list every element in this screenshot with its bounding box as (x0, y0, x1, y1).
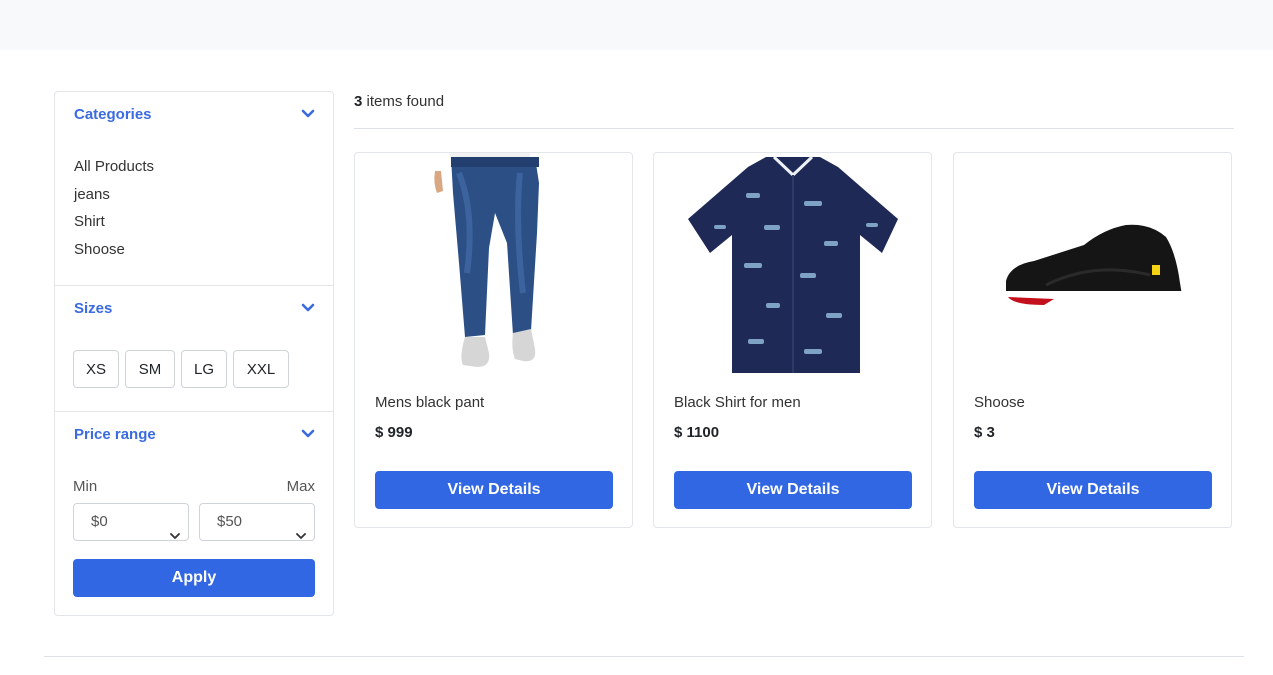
size-button-xxl[interactable]: XXL (233, 350, 289, 388)
category-item-shoose[interactable]: Shoose (74, 241, 314, 269)
price-labels: Min Max (73, 478, 315, 495)
apply-button[interactable]: Apply (73, 559, 315, 597)
chevron-down-icon[interactable] (301, 303, 315, 313)
size-button-xs[interactable]: XS (73, 350, 119, 388)
product-name: Shoose (974, 394, 1025, 411)
price-range-section: Price range Min Max $0 $50 Apply (55, 412, 333, 616)
min-price-value: $0 (91, 513, 108, 530)
product-price: $ 3 (974, 424, 995, 441)
categories-title: Categories (74, 106, 152, 123)
view-details-button[interactable]: View Details (974, 471, 1212, 509)
categories-header[interactable]: Categories (55, 92, 333, 142)
product-card: Black Shirt for men $ 1100 View Details (653, 152, 932, 528)
product-name: Black Shirt for men (674, 394, 801, 411)
product-price: $ 999 (375, 424, 413, 441)
sizes-header[interactable]: Sizes (55, 286, 333, 336)
product-name: Mens black pant (375, 394, 485, 411)
min-price-select[interactable]: $0 (73, 503, 189, 541)
sizes-section: Sizes XS SM LG XXL (55, 286, 333, 412)
footer-divider (44, 656, 1244, 657)
view-details-button[interactable]: View Details (375, 471, 613, 509)
categories-section: Categories All Products jeans Shirt Shoo… (55, 92, 333, 286)
size-options: XS SM LG XXL (73, 350, 289, 388)
divider (354, 128, 1234, 129)
product-card: Shoose $ 3 View Details (953, 152, 1232, 528)
max-label: Max (286, 478, 315, 495)
category-item-all-products[interactable]: All Products (74, 158, 314, 186)
max-price-select[interactable]: $50 (199, 503, 315, 541)
size-button-lg[interactable]: LG (181, 350, 227, 388)
category-list: All Products jeans Shirt Shoose (55, 142, 333, 269)
product-image-shirt[interactable] (654, 153, 931, 375)
chevron-down-icon (296, 518, 306, 539)
product-card: Mens black pant $ 999 View Details (354, 152, 633, 528)
filter-sidebar: Categories All Products jeans Shirt Shoo… (54, 91, 334, 616)
results-count: 3 items found (354, 93, 444, 110)
chevron-down-icon[interactable] (301, 109, 315, 119)
price-range-title: Price range (74, 426, 156, 443)
view-details-button[interactable]: View Details (674, 471, 912, 509)
category-item-shirt[interactable]: Shirt (74, 213, 314, 241)
product-price: $ 1100 (674, 424, 720, 441)
chevron-down-icon (170, 518, 180, 539)
sizes-title: Sizes (74, 300, 113, 317)
max-price-value: $50 (217, 513, 243, 530)
product-image-jeans[interactable] (355, 153, 632, 375)
category-item-jeans[interactable]: jeans (74, 186, 314, 214)
results-count-text: items found (362, 93, 445, 110)
size-button-sm[interactable]: SM (125, 350, 175, 388)
top-navbar (0, 0, 1273, 50)
price-range-header[interactable]: Price range (55, 412, 333, 462)
product-image-shoe[interactable] (954, 153, 1231, 375)
min-label: Min (73, 478, 98, 495)
chevron-down-icon[interactable] (301, 429, 315, 439)
